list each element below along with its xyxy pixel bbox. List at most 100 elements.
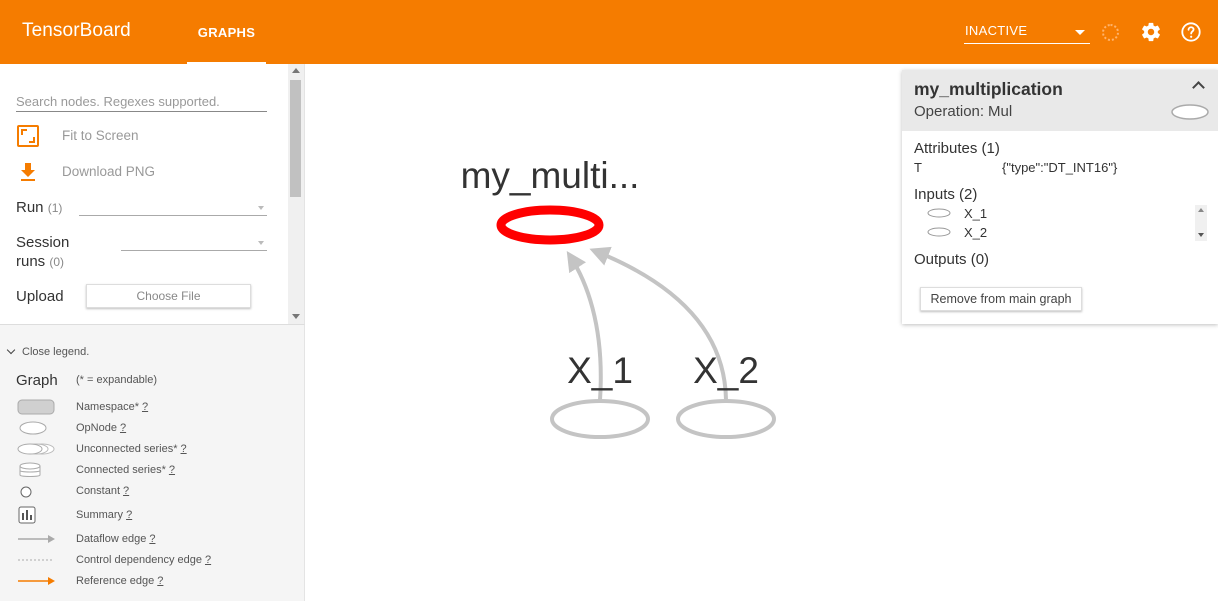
selected-node-label: my_multi... — [461, 155, 640, 196]
legend-help-link[interactable]: ? — [123, 485, 129, 497]
download-icon — [21, 163, 35, 181]
legend-item-label: Dataflow edge? — [76, 533, 156, 545]
legend-item-reference-edge: Reference edge? — [16, 572, 296, 590]
run-label-text: Run — [16, 199, 44, 216]
control-edge-icon — [18, 559, 54, 561]
graph-legend: Close legend. Graph (* = expandable) Nam… — [0, 324, 305, 601]
connected-series-icon — [19, 462, 41, 477]
input-item-x2[interactable]: X_2 — [926, 224, 1186, 242]
legend-item-label: Reference edge? — [76, 575, 164, 587]
legend-item-constant: Constant? — [16, 482, 296, 500]
chevron-up-icon[interactable] — [1192, 81, 1205, 94]
fit-to-screen-label: Fit to Screen — [62, 128, 139, 143]
session-runs-label: Session — [16, 234, 70, 251]
attribute-key: T — [914, 160, 922, 175]
run-select[interactable] — [79, 198, 267, 216]
dropdown-arrow-icon — [258, 241, 264, 245]
legend-help-link[interactable]: ? — [149, 533, 155, 545]
choose-file-button[interactable]: Choose File — [86, 284, 251, 308]
reference-edge-icon — [18, 577, 55, 585]
help-icon[interactable] — [1180, 21, 1202, 43]
download-png-label: Download PNG — [62, 164, 156, 179]
input-item-label: X_2 — [964, 225, 988, 240]
legend-item-unconnected-series: Unconnected series*? — [16, 440, 296, 458]
scroll-down-icon[interactable] — [292, 314, 300, 319]
legend-help-link[interactable]: ? — [169, 464, 175, 476]
dropdown-arrow-icon — [258, 206, 264, 210]
tab-graphs-label: GRAPHS — [197, 25, 256, 40]
attribute-value: {"type":"DT_INT16"} — [1002, 160, 1118, 175]
legend-title: Graph — [16, 372, 58, 389]
constant-icon — [20, 486, 32, 498]
opnode-icon — [927, 208, 951, 218]
inputs-title: Inputs (2) — [914, 186, 978, 203]
close-legend-label: Close legend. — [22, 346, 90, 358]
legend-item-namespace: Namespace*? — [16, 398, 296, 416]
legend-item-label: Namespace*? — [76, 401, 149, 413]
selected-node-my-multiplication[interactable] — [496, 205, 604, 245]
fit-screen-icon — [17, 125, 39, 147]
legend-help-link[interactable]: ? — [157, 575, 163, 587]
app-title: TensorBoard — [22, 20, 131, 41]
legend-item-label: Summary? — [76, 509, 133, 521]
node-info-card: my_multiplication Operation: Mul Attribut… — [902, 70, 1218, 324]
inputs-scrollbar[interactable] — [1195, 205, 1207, 241]
tab-graphs[interactable]: GRAPHS — [187, 0, 266, 64]
sidebar-controls: Fit to Screen Download PNG Run (1) Sessi… — [0, 64, 305, 324]
download-png-button[interactable]: Download PNG — [16, 160, 276, 184]
legend-item-connected-series: Connected series*? — [16, 461, 296, 479]
sidebar-scrollbar[interactable] — [288, 64, 304, 324]
legend-help-link[interactable]: ? — [142, 401, 148, 413]
node-label-x2: X_2 — [693, 350, 759, 391]
opnode-icon — [927, 227, 951, 237]
opnode-icon — [1171, 104, 1209, 120]
dropdown-arrow-icon — [1075, 30, 1085, 35]
attributes-title: Attributes (1) — [914, 140, 1000, 157]
upload-label: Upload — [16, 288, 64, 305]
operation-label: Operation: — [914, 103, 985, 120]
legend-item-label: Constant? — [76, 485, 130, 497]
scroll-up-icon[interactable] — [292, 68, 300, 73]
input-item-label: X_1 — [964, 206, 988, 221]
node-x1[interactable] — [550, 399, 650, 439]
input-item-x1[interactable]: X_1 — [926, 205, 1186, 223]
legend-item-opnode: OpNode? — [16, 419, 296, 437]
legend-item-label: Control dependency edge? — [76, 554, 212, 566]
session-runs-select[interactable] — [121, 233, 267, 251]
legend-item-label: OpNode? — [76, 422, 127, 434]
legend-help-link[interactable]: ? — [126, 509, 132, 521]
remove-from-main-graph-button[interactable]: Remove from main graph — [920, 287, 1082, 311]
fit-to-screen-button[interactable]: Fit to Screen — [16, 124, 276, 148]
close-legend-button[interactable]: Close legend. — [6, 345, 90, 358]
node-title: my_multiplication — [914, 79, 1063, 99]
run-status-select[interactable]: INACTIVE — [964, 20, 1090, 44]
summary-icon — [18, 506, 36, 524]
namespace-icon — [17, 399, 55, 415]
operation-value: Mul — [988, 103, 1013, 120]
scroll-up-icon[interactable] — [1198, 208, 1204, 212]
legend-help-link[interactable]: ? — [120, 422, 126, 434]
legend-item-label: Unconnected series*? — [76, 443, 187, 455]
scroll-down-icon[interactable] — [1198, 233, 1204, 237]
run-label: Run (1) — [16, 199, 62, 216]
top-app-bar: TensorBoard GRAPHS INACTIVE — [0, 0, 1218, 64]
spinner-icon — [1102, 24, 1119, 41]
legend-help-link[interactable]: ? — [205, 554, 211, 566]
search-nodes-input[interactable] — [16, 92, 267, 112]
scrollbar-thumb[interactable] — [290, 80, 301, 197]
gear-icon[interactable] — [1140, 21, 1162, 43]
dataflow-edge-icon — [18, 535, 55, 543]
node-x2[interactable] — [676, 399, 776, 439]
unconnected-series-icon — [17, 443, 55, 455]
legend-item-dataflow-edge: Dataflow edge? — [16, 530, 296, 548]
session-runs-text: runs — [16, 253, 46, 270]
run-status-value: INACTIVE — [965, 23, 1028, 38]
session-runs-label-line2: runs (0) — [16, 253, 64, 270]
legend-item-label: Connected series*? — [76, 464, 176, 476]
session-runs-count: (0) — [49, 255, 65, 269]
opnode-icon — [19, 421, 47, 435]
run-count: (1) — [47, 201, 63, 215]
info-card-header: my_multiplication Operation: Mul — [902, 70, 1218, 131]
legend-help-link[interactable]: ? — [181, 443, 187, 455]
legend-item-control-edge: Control dependency edge? — [16, 551, 296, 569]
